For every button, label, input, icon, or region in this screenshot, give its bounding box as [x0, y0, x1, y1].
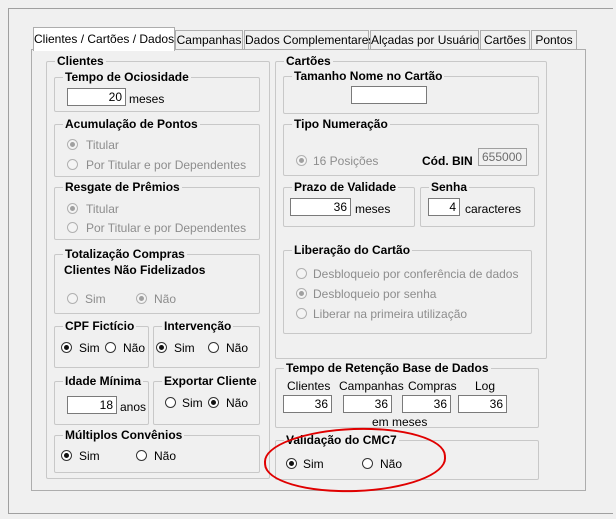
retencao-clientes-label: Clientes — [287, 379, 331, 393]
liberacao-conferencia-radio[interactable] — [296, 268, 307, 279]
numeracao-16-label: 16 Posições — [313, 154, 379, 168]
multiplos-title: Múltiplos Convênios — [63, 427, 185, 443]
multiplos-nao-radio[interactable] — [136, 450, 147, 461]
exportar-sim-label: Sim — [182, 396, 203, 410]
numeracao-title: Tipo Numeração — [292, 116, 390, 132]
retencao-compras-label: Compras — [408, 379, 457, 393]
liberacao-senha-radio[interactable] — [296, 288, 307, 299]
idade-input[interactable]: 18 — [67, 396, 117, 414]
totalizacao-sim-label: Sim — [85, 292, 106, 306]
intervencao-sim-radio[interactable] — [156, 342, 167, 353]
retencao-unit: em meses — [372, 415, 428, 429]
numeracao-16-radio[interactable] — [296, 155, 307, 166]
retencao-campanhas-label: Campanhas — [339, 379, 404, 393]
tamanho-title: Tamanho Nome no Cartão — [292, 68, 445, 84]
totalizacao-title: Totalização Compras — [63, 246, 187, 262]
exportar-nao-radio[interactable] — [208, 397, 219, 408]
bin-label: Cód. BIN — [422, 154, 473, 168]
content: Clientes Tempo de Ociosidade 20 meses Ac… — [0, 0, 616, 519]
cmc7-nao-label: Não — [380, 457, 403, 471]
ociosidade-unit: meses — [129, 92, 165, 106]
cpf-nao-label: Não — [123, 341, 146, 355]
acumulacao-titular-radio[interactable] — [67, 139, 78, 150]
totalizacao-subtitle: Clientes Não Fidelizados — [64, 263, 206, 277]
ociosidade-input[interactable]: 20 — [67, 88, 126, 106]
exportar-title: Exportar Cliente — [162, 373, 259, 389]
cpf-title: CPF Fictício — [63, 318, 137, 334]
liberacao-conferencia-label: Desbloqueio por conferência de dados — [313, 267, 519, 281]
retencao-log-label: Log — [475, 379, 496, 393]
intervencao-nao-label: Não — [226, 341, 249, 355]
cmc7-nao-radio[interactable] — [362, 458, 373, 469]
liberacao-senha-label: Desbloqueio por senha — [313, 287, 437, 301]
acumulacao-title: Acumulação de Pontos — [63, 116, 200, 132]
exportar-nao-label: Não — [226, 396, 249, 410]
intervencao-title: Intervenção — [162, 318, 234, 334]
multiplos-sim-radio[interactable] — [61, 450, 72, 461]
cartoes-title: Cartões — [284, 53, 333, 69]
resgate-dependentes-radio[interactable] — [67, 222, 78, 233]
clientes-title: Clientes — [55, 53, 106, 69]
senha-unit: caracteres — [465, 202, 522, 216]
retencao-title: Tempo de Retenção Base de Dados — [284, 360, 491, 376]
totalizacao-sim-radio[interactable] — [67, 293, 78, 304]
acumulacao-dependentes-label: Por Titular e por Dependentes — [86, 158, 247, 172]
intervencao-sim-label: Sim — [174, 341, 195, 355]
liberacao-primeira-radio[interactable] — [296, 308, 307, 319]
resgate-titular-radio[interactable] — [67, 203, 78, 214]
retencao-campanhas-input[interactable]: 36 — [343, 395, 392, 413]
cpf-sim-radio[interactable] — [61, 342, 72, 353]
resgate-dependentes-label: Por Titular e por Dependentes — [86, 221, 247, 235]
resgate-titular-label: Titular — [86, 202, 119, 216]
multiplos-sim-label: Sim — [79, 449, 100, 463]
acumulacao-dependentes-radio[interactable] — [67, 159, 78, 170]
intervencao-nao-radio[interactable] — [208, 342, 219, 353]
totalizacao-nao-radio[interactable] — [136, 293, 147, 304]
cpf-nao-radio[interactable] — [105, 342, 116, 353]
senha-title: Senha — [429, 179, 470, 195]
validade-title: Prazo de Validade — [292, 179, 399, 195]
ociosidade-title: Tempo de Ociosidade — [63, 69, 191, 85]
resgate-title: Resgate de Prêmios — [63, 179, 182, 195]
idade-unit: anos — [120, 400, 147, 414]
acumulacao-titular-label: Titular — [86, 138, 119, 152]
validade-input[interactable]: 36 — [290, 198, 351, 216]
idade-title: Idade Mínima — [63, 373, 144, 389]
cmc7-sim-radio[interactable] — [286, 458, 297, 469]
tamanho-input[interactable] — [351, 86, 427, 104]
multiplos-nao-label: Não — [154, 449, 177, 463]
exportar-sim-radio[interactable] — [165, 397, 176, 408]
retencao-clientes-input[interactable]: 36 — [283, 395, 332, 413]
cmc7-sim-label: Sim — [303, 457, 324, 471]
retencao-compras-input[interactable]: 36 — [402, 395, 451, 413]
senha-input[interactable]: 4 — [428, 198, 460, 216]
liberacao-title: Liberação do Cartão — [292, 242, 413, 258]
bin-input[interactable]: 655000 — [478, 148, 527, 166]
liberacao-primeira-label: Liberar na primeira utilização — [313, 307, 468, 321]
totalizacao-nao-label: Não — [154, 292, 177, 306]
cpf-sim-label: Sim — [79, 341, 100, 355]
cmc7-title: Validação do CMC7 — [284, 432, 399, 448]
validade-unit: meses — [355, 202, 391, 216]
retencao-log-input[interactable]: 36 — [458, 395, 507, 413]
